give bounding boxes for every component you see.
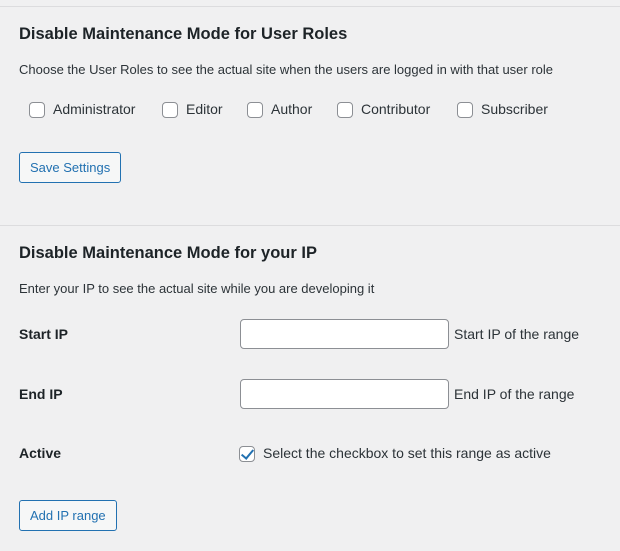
role-label: Subscriber <box>481 101 548 117</box>
roles-section-title: Disable Maintenance Mode for User Roles <box>19 25 348 43</box>
role-label: Author <box>271 101 313 117</box>
add-ip-range-button[interactable]: Add IP range <box>19 500 117 531</box>
role-label: Editor <box>186 101 223 117</box>
role-editor[interactable]: Editor <box>162 100 223 118</box>
end-ip-input[interactable] <box>240 379 449 409</box>
start-ip-hint: Start IP of the range <box>454 326 580 342</box>
active-label: Active <box>19 445 62 461</box>
subscriber-checkbox[interactable] <box>457 102 473 118</box>
role-label: Contributor <box>361 101 431 117</box>
top-divider <box>0 6 620 7</box>
ip-section-description: Enter your IP to see the actual site whi… <box>19 281 375 296</box>
contributor-checkbox[interactable] <box>337 102 353 118</box>
roles-section-description: Choose the User Roles to see the actual … <box>19 62 554 77</box>
author-checkbox[interactable] <box>247 102 263 118</box>
administrator-checkbox[interactable] <box>29 102 45 118</box>
end-ip-label: End IP <box>19 386 63 402</box>
save-settings-button[interactable]: Save Settings <box>19 152 122 183</box>
ip-section-title: Disable Maintenance Mode for your IP <box>19 244 317 262</box>
section-divider <box>0 225 620 226</box>
start-ip-input[interactable] <box>240 319 449 349</box>
role-label: Administrator <box>53 101 136 117</box>
role-contributor[interactable]: Contributor <box>337 100 430 118</box>
role-subscriber[interactable]: Subscriber <box>457 100 548 118</box>
active-hint: Select the checkbox to set this range as… <box>263 445 551 461</box>
end-ip-hint: End IP of the range <box>454 386 575 402</box>
active-checkbox[interactable] <box>239 446 255 462</box>
start-ip-label: Start IP <box>19 326 69 342</box>
editor-checkbox[interactable] <box>162 102 178 118</box>
role-administrator[interactable]: Administrator <box>29 100 135 118</box>
role-author[interactable]: Author <box>247 100 312 118</box>
